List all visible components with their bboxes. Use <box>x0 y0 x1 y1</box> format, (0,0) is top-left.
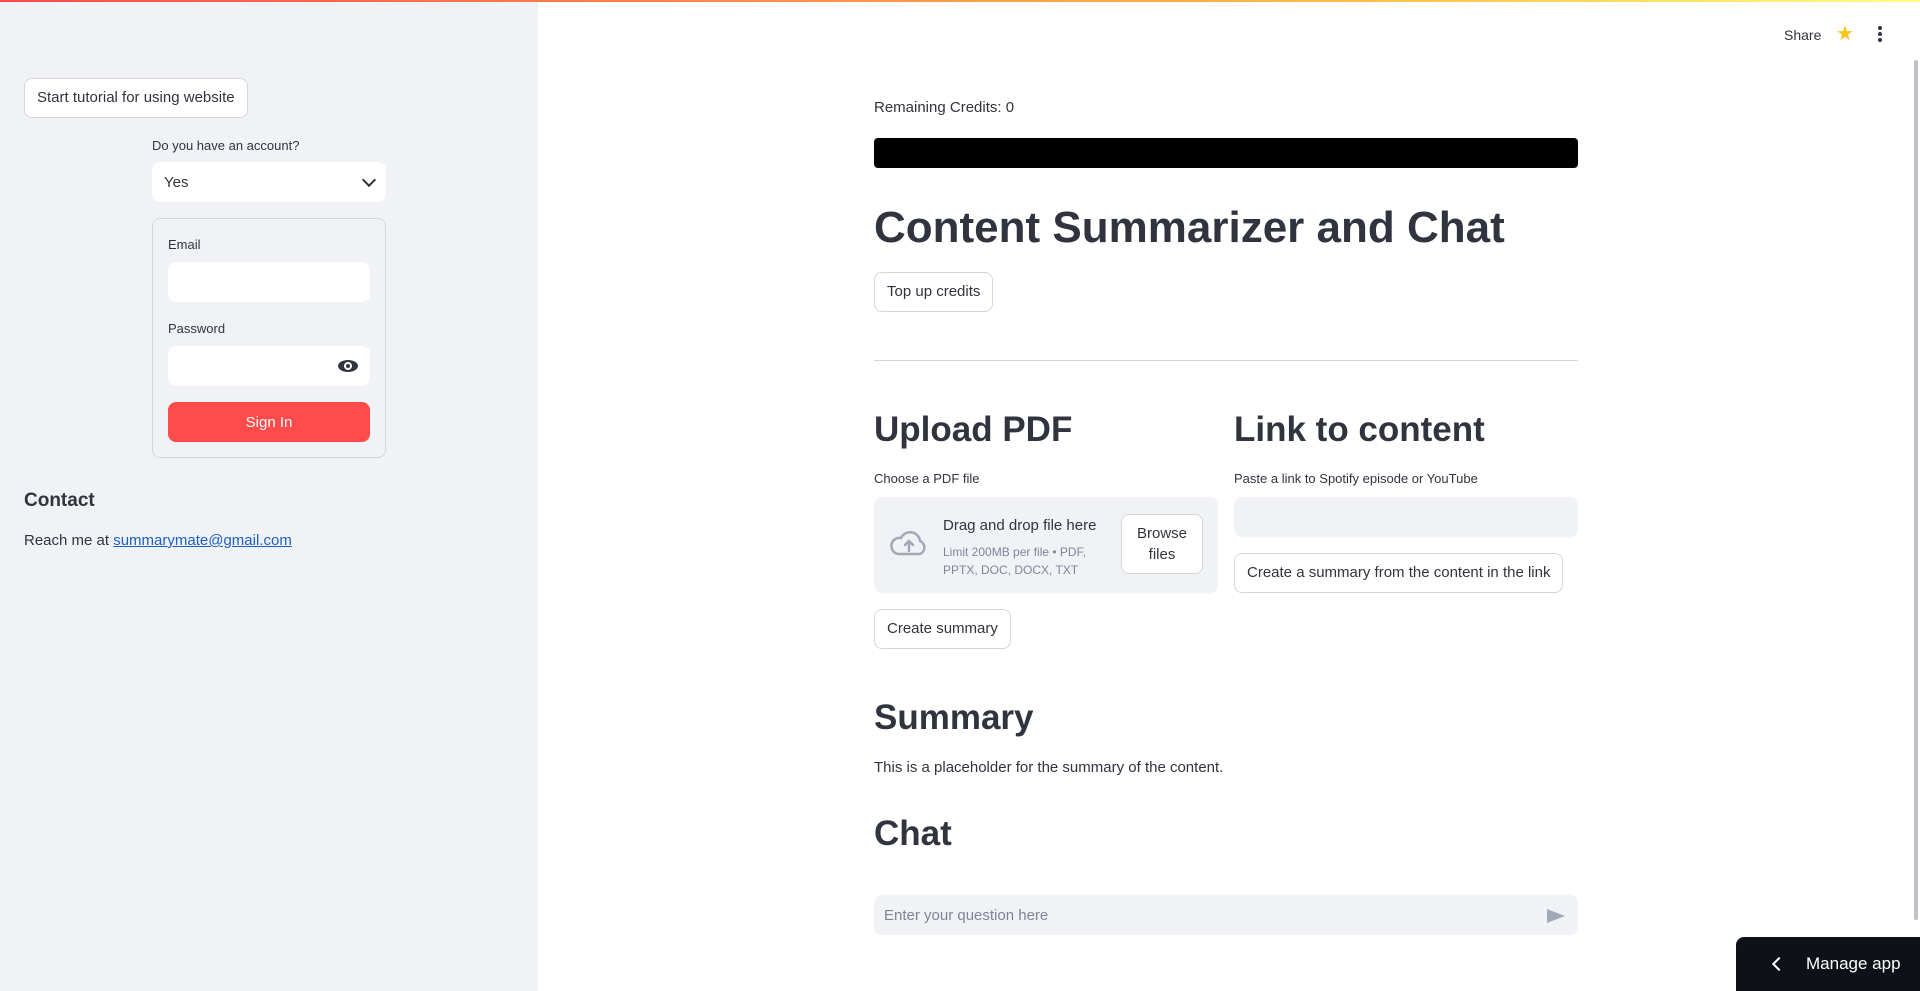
file-dropzone[interactable]: Drag and drop file here Limit 200MB per … <box>874 497 1218 593</box>
contact-email-link[interactable]: summarymate@gmail.com <box>113 532 292 549</box>
send-icon[interactable] <box>1547 909 1565 923</box>
sidebar: Start tutorial for using website Do you … <box>0 0 538 991</box>
email-field[interactable] <box>168 262 370 302</box>
top-up-credits-button[interactable]: Top up credits <box>874 272 994 312</box>
create-summary-button[interactable]: Create summary <box>874 609 1011 649</box>
login-form: Email Password Sign In <box>152 218 386 458</box>
manage-app-label: Manage app <box>1806 954 1901 973</box>
chevron-left-icon <box>1771 956 1787 972</box>
dropzone-limits: Limit 200MB per file • PDF, PPTX, DOC, D… <box>943 545 1086 577</box>
summary-text: This is a placeholder for the summary of… <box>874 759 1224 776</box>
chat-question-input[interactable] <box>874 895 1578 935</box>
contact-prefix: Reach me at <box>24 532 114 549</box>
link-to-content-heading: Link to content <box>1234 410 1485 449</box>
chat-heading: Chat <box>874 814 952 853</box>
remaining-credits: Remaining Credits: 0 <box>874 99 1015 116</box>
contact-text: Reach me at summarymate@gmail.com <box>24 532 292 549</box>
content-link-input[interactable] <box>1234 497 1578 537</box>
contact-heading: Contact <box>24 490 95 511</box>
chevron-down-icon <box>361 172 377 187</box>
email-label: Email <box>168 237 201 252</box>
kebab-menu-icon[interactable] <box>1878 26 1882 42</box>
scrollbar[interactable] <box>1914 60 1918 920</box>
manage-app-button[interactable]: Manage app <box>1736 937 1920 991</box>
summary-heading: Summary <box>874 698 1034 737</box>
sign-in-button[interactable]: Sign In <box>168 402 370 442</box>
browse-files-button[interactable]: Browse files <box>1121 514 1203 574</box>
paste-link-label: Paste a link to Spotify episode or YouTu… <box>1234 471 1478 486</box>
divider <box>874 360 1578 361</box>
black-banner <box>874 138 1578 168</box>
star-icon[interactable]: ★ <box>1836 24 1854 44</box>
choose-pdf-label: Choose a PDF file <box>874 471 980 486</box>
password-label: Password <box>168 321 226 336</box>
page-title: Content Summarizer and Chat <box>874 203 1505 252</box>
upload-pdf-heading: Upload PDF <box>874 410 1073 449</box>
create-summary-from-link-button[interactable]: Create a summary from the content in the… <box>1234 553 1564 593</box>
top-gradient-bar <box>0 0 1920 2</box>
start-tutorial-button[interactable]: Start tutorial for using website <box>24 78 248 118</box>
account-select[interactable]: Yes <box>152 162 386 202</box>
show-password-eye-icon[interactable] <box>338 360 358 372</box>
dropzone-title: Drag and drop file here <box>943 517 1097 534</box>
share-button[interactable]: Share <box>1784 27 1821 43</box>
account-question-label: Do you have an account? <box>152 138 300 153</box>
cloud-upload-icon <box>890 531 926 556</box>
account-select-value: Yes <box>164 173 189 191</box>
